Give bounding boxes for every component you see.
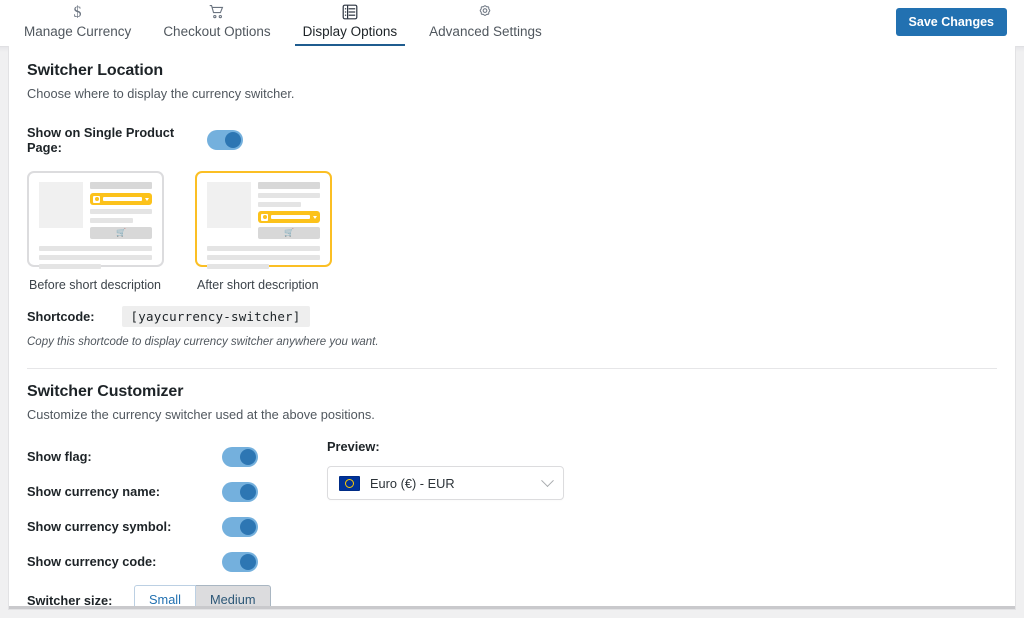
preview-currency-value: Euro (€) - EUR bbox=[370, 475, 455, 491]
tab-label: Manage Currency bbox=[24, 24, 132, 39]
show-single-product-label: Show on Single Product Page: bbox=[27, 125, 175, 155]
location-caption-after: After short description bbox=[197, 278, 319, 292]
product-image-placeholder bbox=[207, 182, 251, 228]
section-divider bbox=[27, 368, 997, 369]
tab-checkout-options[interactable]: Checkout Options bbox=[147, 0, 286, 46]
card-footer-lines bbox=[207, 246, 320, 269]
product-details-placeholder: 🛒 bbox=[258, 182, 320, 239]
location-caption-before: Before short description bbox=[29, 278, 162, 292]
location-card-after[interactable]: 🛒 bbox=[195, 171, 332, 269]
show-single-product-row: Show on Single Product Page: bbox=[27, 125, 997, 155]
list-table-icon bbox=[342, 3, 358, 20]
show-currency-symbol-row: Show currency symbol: bbox=[27, 509, 327, 544]
preview-currency-select[interactable]: Euro (€) - EUR bbox=[327, 466, 564, 500]
show-flag-toggle[interactable] bbox=[222, 446, 258, 467]
panel-bottom-edge bbox=[9, 606, 1015, 609]
footer-bar bbox=[207, 255, 320, 260]
shortcode-label: Shortcode: bbox=[27, 309, 95, 324]
product-image-placeholder bbox=[39, 182, 83, 228]
show-single-product-toggle[interactable] bbox=[207, 130, 243, 150]
eu-stars bbox=[345, 478, 354, 488]
card-footer-lines bbox=[39, 246, 152, 269]
location-card-before[interactable]: 🛒 bbox=[27, 171, 164, 269]
chip-flag-icon bbox=[261, 213, 268, 221]
title-bar bbox=[258, 182, 320, 189]
location-option-before: 🛒 Before short description bbox=[27, 171, 195, 292]
shortcode-value[interactable]: [yaycurrency-switcher] bbox=[121, 306, 310, 327]
currency-switcher-chip bbox=[90, 193, 152, 205]
chip-flag-icon bbox=[93, 195, 100, 203]
tab-display-options[interactable]: Display Options bbox=[287, 0, 414, 46]
footer-bar bbox=[39, 264, 102, 269]
cart-icon bbox=[208, 3, 225, 20]
chip-text-bar bbox=[103, 197, 142, 201]
tab-list: $ Manage Currency Checkout Options Displ… bbox=[8, 0, 558, 46]
chip-caret-icon bbox=[145, 197, 149, 201]
show-currency-code-toggle[interactable] bbox=[222, 551, 258, 572]
footer-bar bbox=[39, 246, 152, 251]
card-layout: 🛒 bbox=[39, 182, 152, 239]
show-currency-name-toggle[interactable] bbox=[222, 481, 258, 502]
toggle-knob bbox=[225, 132, 241, 148]
tab-label: Advanced Settings bbox=[429, 24, 542, 39]
tab-advanced-settings[interactable]: Advanced Settings bbox=[413, 0, 558, 46]
add-to-cart-placeholder: 🛒 bbox=[258, 227, 320, 239]
card-layout: 🛒 bbox=[207, 182, 320, 239]
show-currency-symbol-toggle[interactable] bbox=[222, 516, 258, 537]
desc-bar bbox=[258, 193, 320, 198]
title-bar bbox=[90, 182, 152, 189]
show-flag-row: Show flag: bbox=[27, 439, 327, 474]
location-option-after: 🛒 After short description bbox=[195, 171, 363, 292]
display-options-panel: Switcher Location Choose where to displa… bbox=[8, 46, 1016, 610]
footer-bar bbox=[39, 255, 152, 260]
desc-bar bbox=[90, 218, 134, 223]
toggle-knob bbox=[240, 518, 256, 535]
show-currency-symbol-label: Show currency symbol: bbox=[27, 519, 172, 534]
customizer-preview: Preview: Euro (€) - EUR bbox=[327, 439, 564, 609]
switcher-location-options: 🛒 Before short description 🛒 After short… bbox=[27, 171, 997, 292]
customizer-toggles: Show flag: Show currency name: Show curr… bbox=[27, 439, 327, 609]
show-currency-name-label: Show currency name: bbox=[27, 484, 160, 499]
toggle-knob bbox=[240, 553, 256, 570]
dollar-icon: $ bbox=[70, 3, 85, 20]
show-currency-code-row: Show currency code: bbox=[27, 544, 327, 579]
show-flag-label: Show flag: bbox=[27, 449, 92, 464]
switcher-customizer-title: Switcher Customizer bbox=[27, 383, 184, 400]
top-tab-bar: $ Manage Currency Checkout Options Displ… bbox=[0, 0, 1024, 54]
show-currency-code-label: Show currency code: bbox=[27, 554, 157, 569]
switcher-customizer-description: Customize the currency switcher used at … bbox=[27, 407, 375, 422]
toggle-knob bbox=[240, 448, 256, 465]
footer-bar bbox=[207, 246, 320, 251]
chevron-down-icon bbox=[541, 473, 554, 487]
footer-bar bbox=[207, 264, 270, 269]
switcher-location-description: Choose where to display the currency swi… bbox=[27, 86, 295, 101]
desc-bar bbox=[258, 202, 302, 207]
eu-flag-icon bbox=[339, 475, 360, 491]
tab-label: Checkout Options bbox=[163, 24, 271, 39]
toggle-knob bbox=[240, 483, 256, 500]
save-changes-button[interactable]: Save Changes bbox=[895, 8, 1007, 36]
shortcode-hint: Copy this shortcode to display currency … bbox=[27, 336, 379, 348]
chip-caret-icon bbox=[313, 215, 317, 219]
svg-text:$: $ bbox=[74, 4, 82, 20]
desc-bar bbox=[90, 209, 152, 214]
add-to-cart-placeholder: 🛒 bbox=[90, 227, 152, 239]
show-currency-name-row: Show currency name: bbox=[27, 474, 327, 509]
product-details-placeholder: 🛒 bbox=[90, 182, 152, 239]
shortcode-row: Shortcode: [yaycurrency-switcher] bbox=[27, 306, 997, 327]
preview-label: Preview: bbox=[327, 439, 380, 454]
customizer-body: Show flag: Show currency name: Show curr… bbox=[27, 439, 997, 609]
gear-icon bbox=[477, 3, 493, 20]
tab-manage-currency[interactable]: $ Manage Currency bbox=[8, 0, 147, 46]
chip-text-bar bbox=[271, 215, 310, 219]
switcher-location-title: Switcher Location bbox=[27, 62, 164, 79]
currency-switcher-chip bbox=[258, 211, 320, 223]
tab-label: Display Options bbox=[302, 24, 398, 39]
